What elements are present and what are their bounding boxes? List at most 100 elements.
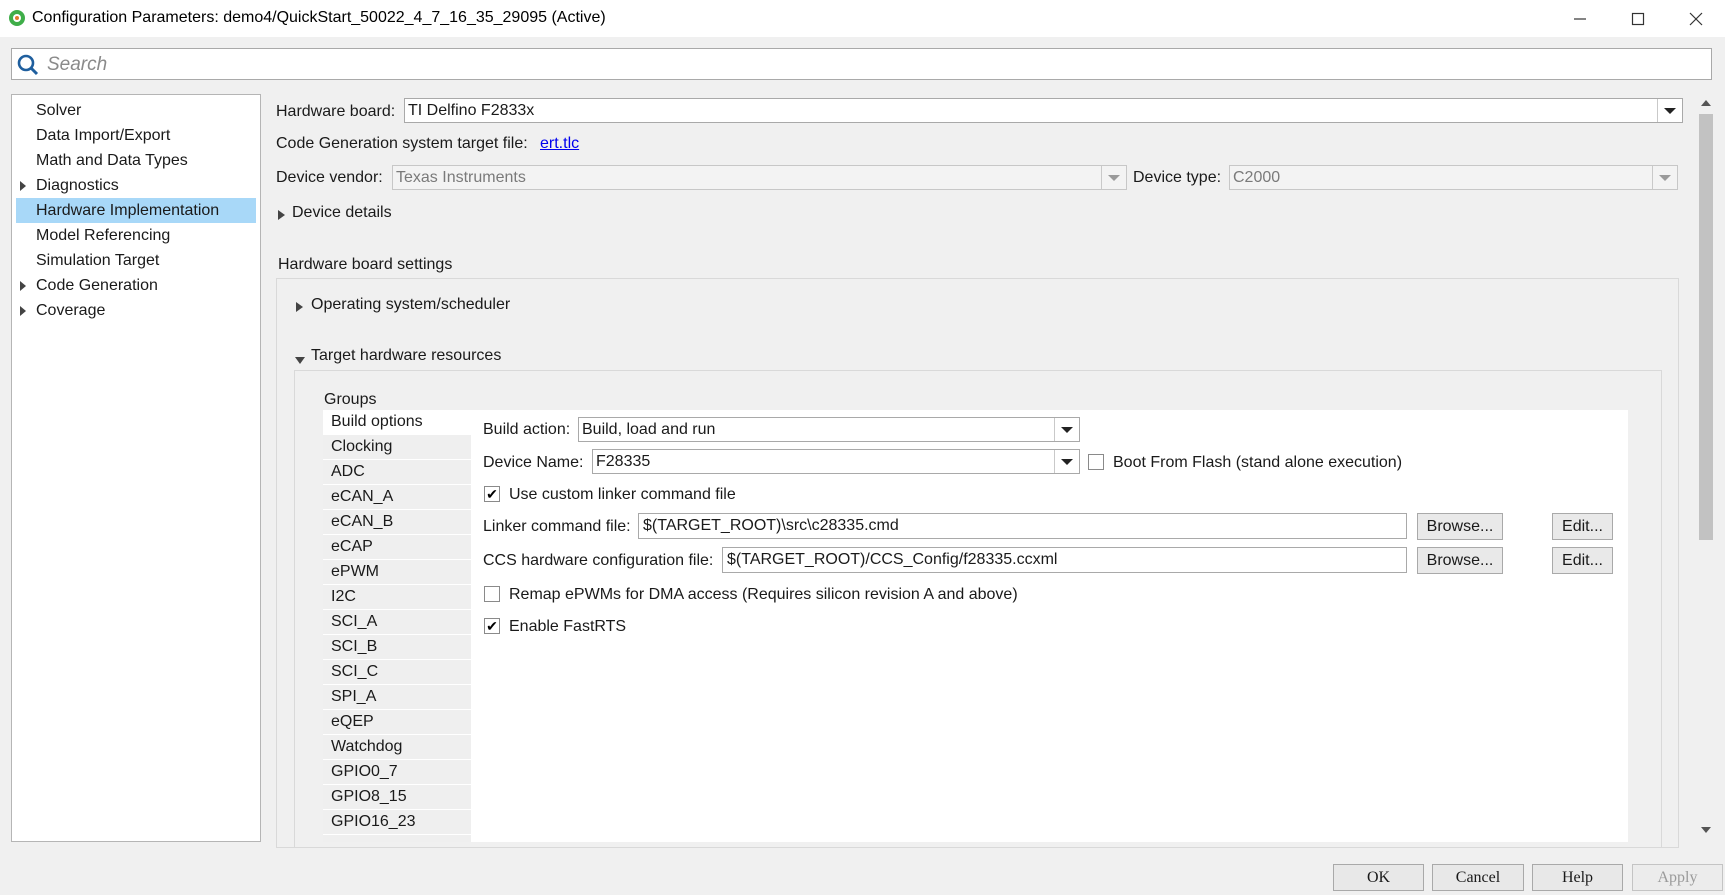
group-gpio16-23[interactable]: GPIO16_23: [323, 810, 471, 835]
title-bar: Configuration Parameters: demo4/QuickSta…: [0, 0, 1725, 37]
groups-list: Build options Clocking ADC eCAN_A eCAN_B…: [323, 410, 471, 842]
boot-from-flash-label: Boot From Flash (stand alone execution): [1113, 454, 1403, 471]
dropdown-button[interactable]: [1101, 166, 1126, 189]
expand-arrow-icon[interactable]: [20, 181, 26, 191]
device-type-value: C2000: [1233, 169, 1281, 186]
linker-browse-button[interactable]: Browse...: [1417, 513, 1503, 540]
build-options-panel: [471, 410, 1628, 842]
linker-command-field[interactable]: $(TARGET_ROOT)\src\c28335.cmd: [638, 513, 1407, 539]
device-details-label[interactable]: Device details: [292, 204, 392, 222]
collapse-arrow-icon: [295, 357, 305, 364]
build-action-value: Build, load and run: [582, 421, 716, 438]
ccs-edit-button[interactable]: Edit...: [1552, 547, 1613, 574]
tree-item-coverage[interactable]: Coverage: [16, 298, 256, 323]
tree-item-data-import-export[interactable]: Data Import/Export: [16, 123, 256, 148]
simulink-app-icon: [9, 10, 25, 26]
dropdown-button[interactable]: [1657, 99, 1682, 122]
group-sci-b[interactable]: SCI_B: [323, 635, 471, 660]
category-tree: Solver Data Import/Export Math and Data …: [11, 94, 261, 842]
group-watchdog[interactable]: Watchdog: [323, 735, 471, 760]
apply-button[interactable]: Apply: [1632, 864, 1723, 891]
group-sci-c[interactable]: SCI_C: [323, 660, 471, 685]
ccs-config-field[interactable]: $(TARGET_ROOT)/CCS_Config/f28335.ccxml: [722, 547, 1407, 573]
linker-command-label: Linker command file:: [483, 518, 631, 535]
cancel-button[interactable]: Cancel: [1432, 864, 1524, 891]
group-spi-a[interactable]: SPI_A: [323, 685, 471, 710]
search-placeholder: Search: [47, 54, 108, 75]
tree-item-code-generation[interactable]: Code Generation: [16, 273, 256, 298]
chevron-down-icon: [1108, 174, 1120, 181]
group-gpio0-7[interactable]: GPIO0_7: [323, 760, 471, 785]
fastrts-label: Enable FastRTS: [509, 618, 627, 635]
hardware-board-dropdown[interactable]: TI Delfino F2833x: [404, 98, 1683, 123]
expand-arrow-icon: [296, 302, 303, 312]
ccs-browse-button[interactable]: Browse...: [1417, 547, 1503, 574]
group-build-options[interactable]: Build options: [323, 410, 471, 435]
group-ecan-a[interactable]: eCAN_A: [323, 485, 471, 510]
dropdown-button[interactable]: [1054, 418, 1079, 441]
dropdown-button[interactable]: [1652, 166, 1677, 189]
hardware-board-settings-heading: Hardware board settings: [278, 256, 453, 273]
remap-epwm-label: Remap ePWMs for DMA access (Requires sil…: [509, 586, 1018, 603]
tree-item-simulation-target[interactable]: Simulation Target: [16, 248, 256, 273]
search-icon: [17, 54, 39, 76]
chevron-down-icon: [1664, 107, 1676, 114]
codegen-target-label: Code Generation system target file:: [276, 135, 528, 152]
tree-item-hardware-implementation[interactable]: Hardware Implementation: [16, 198, 256, 223]
chevron-down-icon: [1061, 426, 1073, 433]
group-gpio8-15[interactable]: GPIO8_15: [323, 785, 471, 810]
group-i2c[interactable]: I2C: [323, 585, 471, 610]
scrollbar-thumb[interactable]: [1699, 114, 1713, 540]
device-type-dropdown[interactable]: C2000: [1229, 165, 1678, 190]
window-title: Configuration Parameters: demo4/QuickSta…: [32, 9, 606, 26]
maximize-button[interactable]: [1609, 0, 1667, 37]
os-scheduler-label[interactable]: Operating system/scheduler: [311, 296, 510, 314]
remap-epwm-checkbox[interactable]: [484, 586, 500, 602]
codegen-target-link[interactable]: ert.tlc: [540, 135, 579, 153]
device-vendor-dropdown[interactable]: Texas Instruments: [392, 165, 1127, 190]
device-name-value: F28335: [596, 453, 651, 470]
boot-from-flash-checkbox[interactable]: [1088, 454, 1104, 470]
device-details-toggle[interactable]: [278, 207, 285, 225]
custom-linker-checkbox[interactable]: ✔: [484, 486, 500, 502]
tree-item-diagnostics[interactable]: Diagnostics: [16, 173, 256, 198]
ccs-config-label: CCS hardware configuration file:: [483, 552, 714, 569]
device-type-label: Device type:: [1133, 169, 1222, 186]
tree-item-math-and-data-types[interactable]: Math and Data Types: [16, 148, 256, 173]
tree-item-model-referencing[interactable]: Model Referencing: [16, 223, 256, 248]
fastrts-checkbox[interactable]: ✔: [484, 618, 500, 634]
close-button[interactable]: [1667, 0, 1725, 37]
checkmark-icon: ✔: [486, 486, 498, 502]
build-action-dropdown[interactable]: Build, load and run: [578, 417, 1080, 442]
device-name-dropdown[interactable]: F28335: [592, 449, 1080, 474]
group-ecap[interactable]: eCAP: [323, 535, 471, 560]
checkmark-icon: ✔: [486, 618, 498, 634]
scroll-up-icon[interactable]: [1700, 98, 1712, 108]
expand-arrow-icon: [278, 210, 285, 220]
help-button[interactable]: Help: [1532, 864, 1623, 891]
close-icon: [1689, 12, 1703, 25]
minimize-button[interactable]: [1551, 0, 1609, 37]
target-resources-label[interactable]: Target hardware resources: [311, 347, 501, 365]
dropdown-button[interactable]: [1054, 450, 1079, 473]
group-epwm[interactable]: ePWM: [323, 560, 471, 585]
ok-button[interactable]: OK: [1333, 864, 1424, 891]
expand-arrow-icon[interactable]: [20, 281, 26, 291]
group-adc[interactable]: ADC: [323, 460, 471, 485]
group-sci-a[interactable]: SCI_A: [323, 610, 471, 635]
device-vendor-label: Device vendor:: [276, 169, 383, 186]
scroll-down-icon[interactable]: [1700, 825, 1712, 835]
linker-edit-button[interactable]: Edit...: [1552, 513, 1613, 540]
os-scheduler-toggle[interactable]: [296, 299, 303, 317]
search-input[interactable]: Search: [11, 48, 1712, 80]
chevron-down-icon: [1659, 174, 1671, 181]
group-eqep[interactable]: eQEP: [323, 710, 471, 735]
target-resources-toggle[interactable]: [295, 351, 305, 369]
hardware-board-label: Hardware board:: [276, 103, 396, 120]
group-clocking[interactable]: Clocking: [323, 435, 471, 460]
group-ecan-b[interactable]: eCAN_B: [323, 510, 471, 535]
expand-arrow-icon[interactable]: [20, 306, 26, 316]
chevron-down-icon: [1061, 458, 1073, 465]
hardware-board-value: TI Delfino F2833x: [408, 102, 535, 119]
tree-item-solver[interactable]: Solver: [16, 98, 256, 123]
